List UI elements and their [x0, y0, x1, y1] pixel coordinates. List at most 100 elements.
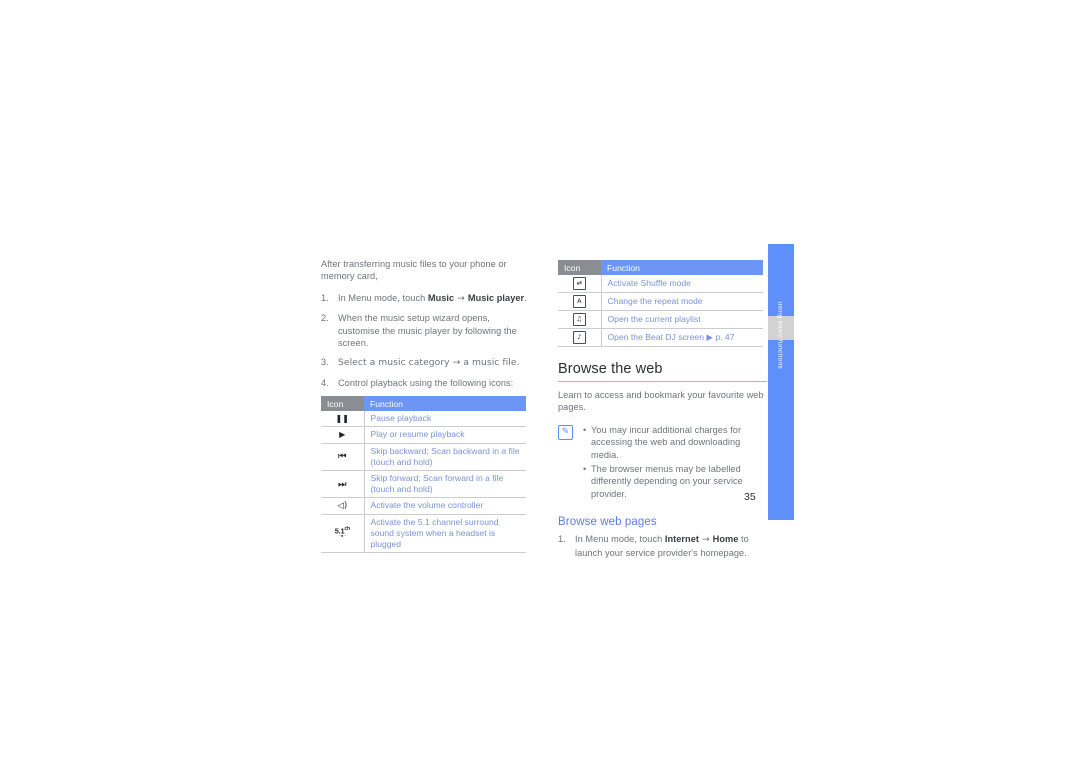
note-item-list: • You may incur additional charges for ac…: [583, 424, 767, 502]
header-cell-function: Function: [601, 260, 763, 275]
step-text: When the music setup wizard opens, custo…: [338, 312, 530, 349]
table-row: ♫ Open the current playlist: [558, 310, 763, 329]
skip-forward-icon: ⏭: [337, 478, 347, 490]
cell-icon: ⇄: [558, 275, 602, 293]
beat-dj-icon: ♪: [572, 331, 586, 344]
playback-table-body: ❚❚ Pause playback ▶ Play or resume playback…: [321, 411, 526, 554]
right-step: 1. In Menu mode, touch Internet → Home to…: [558, 533, 767, 559]
step-number: 4.: [321, 377, 329, 388]
side-tab-label: using basic functions: [776, 301, 784, 370]
note-item: • The browser menus may be labelled diffe…: [583, 463, 767, 500]
options-table-head: Icon Function: [558, 260, 763, 275]
left-step: 3. Select a music category → a music file…: [321, 356, 530, 369]
table-header-row: Icon Function: [558, 260, 763, 275]
cell-function: Activate Shuffle mode: [601, 275, 763, 293]
manual-page: After transferring music files to your p…: [0, 0, 1080, 763]
cell-function: Activate the 5.1 channel surround sound …: [364, 514, 526, 554]
step-text: Control playback using the following ico…: [338, 377, 530, 389]
header-cell-function: Function: [364, 396, 526, 412]
left-step: 4. Control playback using the following i…: [321, 377, 530, 389]
cell-function: Open the Beat DJ screen ▶ p. 47: [601, 328, 763, 347]
header-cell-icon: Icon: [321, 396, 364, 412]
surround-dots-icon: ··●··: [338, 532, 347, 538]
cell-icon: ⏮: [321, 443, 365, 472]
cell-icon: 5.1ch ··●··: [321, 514, 365, 554]
step-fragment: In Menu mode, touch: [575, 534, 665, 545]
table-row: ⏮ Skip backward; Scan backward in a file …: [321, 443, 526, 472]
table-row: 5.1ch ··●·· Activate the 5.1 channel surro…: [321, 514, 526, 554]
step-emphasis: Internet: [664, 534, 699, 545]
options-table-body: ⇄ Activate Shuffle mode A Change the repeat…: [558, 275, 763, 347]
cell-function: Skip forward; Scan forward in a file (to…: [364, 470, 526, 499]
note-item: • You may incur additional charges for ac…: [583, 424, 767, 461]
step-fragment: →: [698, 534, 713, 546]
cell-function: Change the repeat mode: [601, 292, 763, 311]
cell-function: Skip backward; Scan backward in a file (…: [364, 443, 526, 472]
player-options-icon-table: Icon Function ⇄ Activate Shuffle mode A Cha…: [558, 260, 763, 347]
table-row: ▶ Play or resume playback: [321, 426, 526, 444]
cell-icon: A: [558, 292, 602, 311]
section-subheading: Browse web pages: [558, 516, 657, 529]
cell-icon: ♫: [558, 310, 602, 329]
cell-icon: ⏭: [321, 470, 365, 499]
playback-icon-table: Icon Function ❚❚ Pause playback ▶ Play or r…: [321, 396, 526, 554]
left-step: 1. In Menu mode, touch Music → Music play…: [321, 292, 530, 305]
table-row: ◁) Activate the volume controller: [321, 497, 526, 515]
cell-icon: ◁): [321, 497, 365, 515]
step-number: 1.: [321, 292, 329, 303]
step-text: In Menu mode, touch Music → Music player…: [338, 292, 530, 305]
right-column: Icon Function ⇄ Activate Shuffle mode A Cha…: [558, 258, 767, 566]
skip-backward-icon: ⏮: [337, 451, 347, 463]
step-emphasis: Home: [712, 534, 739, 545]
step-fragment: When the music setup wizard opens, custo…: [338, 313, 517, 349]
step-fragment: In Menu mode, touch: [338, 292, 428, 303]
note-pencil-glyph: ✎: [561, 426, 570, 437]
bullet-icon: •: [583, 464, 587, 475]
step-fragment: Select a music category → a music file.: [338, 357, 520, 369]
step-number: 3.: [321, 357, 329, 368]
playlist-icon: ♫: [572, 313, 586, 326]
step-number: 1.: [558, 534, 566, 545]
cell-icon: ❚❚: [321, 411, 365, 428]
bullet-icon: •: [583, 424, 587, 435]
section-lead: Learn to access and bookmark your favour…: [558, 390, 764, 413]
table-row: ♪ Open the Beat DJ screen ▶ p. 47: [558, 328, 763, 347]
side-tab: using basic functions: [768, 244, 794, 520]
step-text: Select a music category → a music file.: [338, 356, 530, 369]
step-text: In Menu mode, touch Internet → Home to l…: [575, 533, 767, 559]
volume-icon: ◁): [337, 501, 348, 512]
step-fragment: Control playback using the following ico…: [338, 377, 514, 388]
repeat-icon: A: [572, 295, 586, 308]
table-row: A Change the repeat mode: [558, 292, 763, 311]
cell-function: Pause playback: [364, 411, 526, 428]
left-steps-list: 1. In Menu mode, touch Music → Music play…: [321, 292, 530, 389]
playback-table-head: Icon Function: [321, 396, 526, 412]
step-number: 2.: [321, 313, 329, 324]
step-emphasis: Music player: [467, 292, 525, 303]
note-pencil-icon: ✎: [558, 424, 573, 440]
intro-paragraph: After transferring music files to your p…: [321, 259, 507, 282]
right-steps-list: 1. In Menu mode, touch Internet → Home to…: [558, 533, 767, 559]
note-item-text: The browser menus may be labelled differ…: [591, 464, 743, 499]
cell-function: Open the current playlist: [601, 310, 763, 329]
section-heading: Browse the web: [558, 361, 767, 382]
step-fragment: .: [524, 292, 527, 303]
note-icon-wrap: ✎: [558, 424, 579, 502]
table-header-row: Icon Function: [321, 396, 526, 412]
left-step: 2. When the music setup wizard opens, cus…: [321, 312, 530, 349]
page-number: 35: [744, 491, 756, 503]
cell-icon: ▶: [321, 426, 365, 444]
note-item-text: You may incur additional charges for acc…: [591, 424, 742, 460]
table-row: ⇄ Activate Shuffle mode: [558, 275, 763, 293]
table-row: ⏭ Skip forward; Scan forward in a file (t…: [321, 470, 526, 499]
pause-icon: ❚❚: [335, 414, 349, 424]
cell-function: Play or resume playback: [364, 426, 526, 444]
play-icon: ▶: [339, 430, 346, 440]
surround-51ch-icon: 5.1ch ··●··: [334, 525, 350, 538]
step-fragment: →: [454, 292, 468, 304]
header-cell-icon: Icon: [558, 260, 601, 275]
cell-icon: ♪: [558, 328, 602, 347]
cell-function: Activate the volume controller: [364, 497, 526, 515]
table-row: ❚❚ Pause playback: [321, 411, 526, 428]
step-emphasis: Music: [427, 292, 455, 303]
